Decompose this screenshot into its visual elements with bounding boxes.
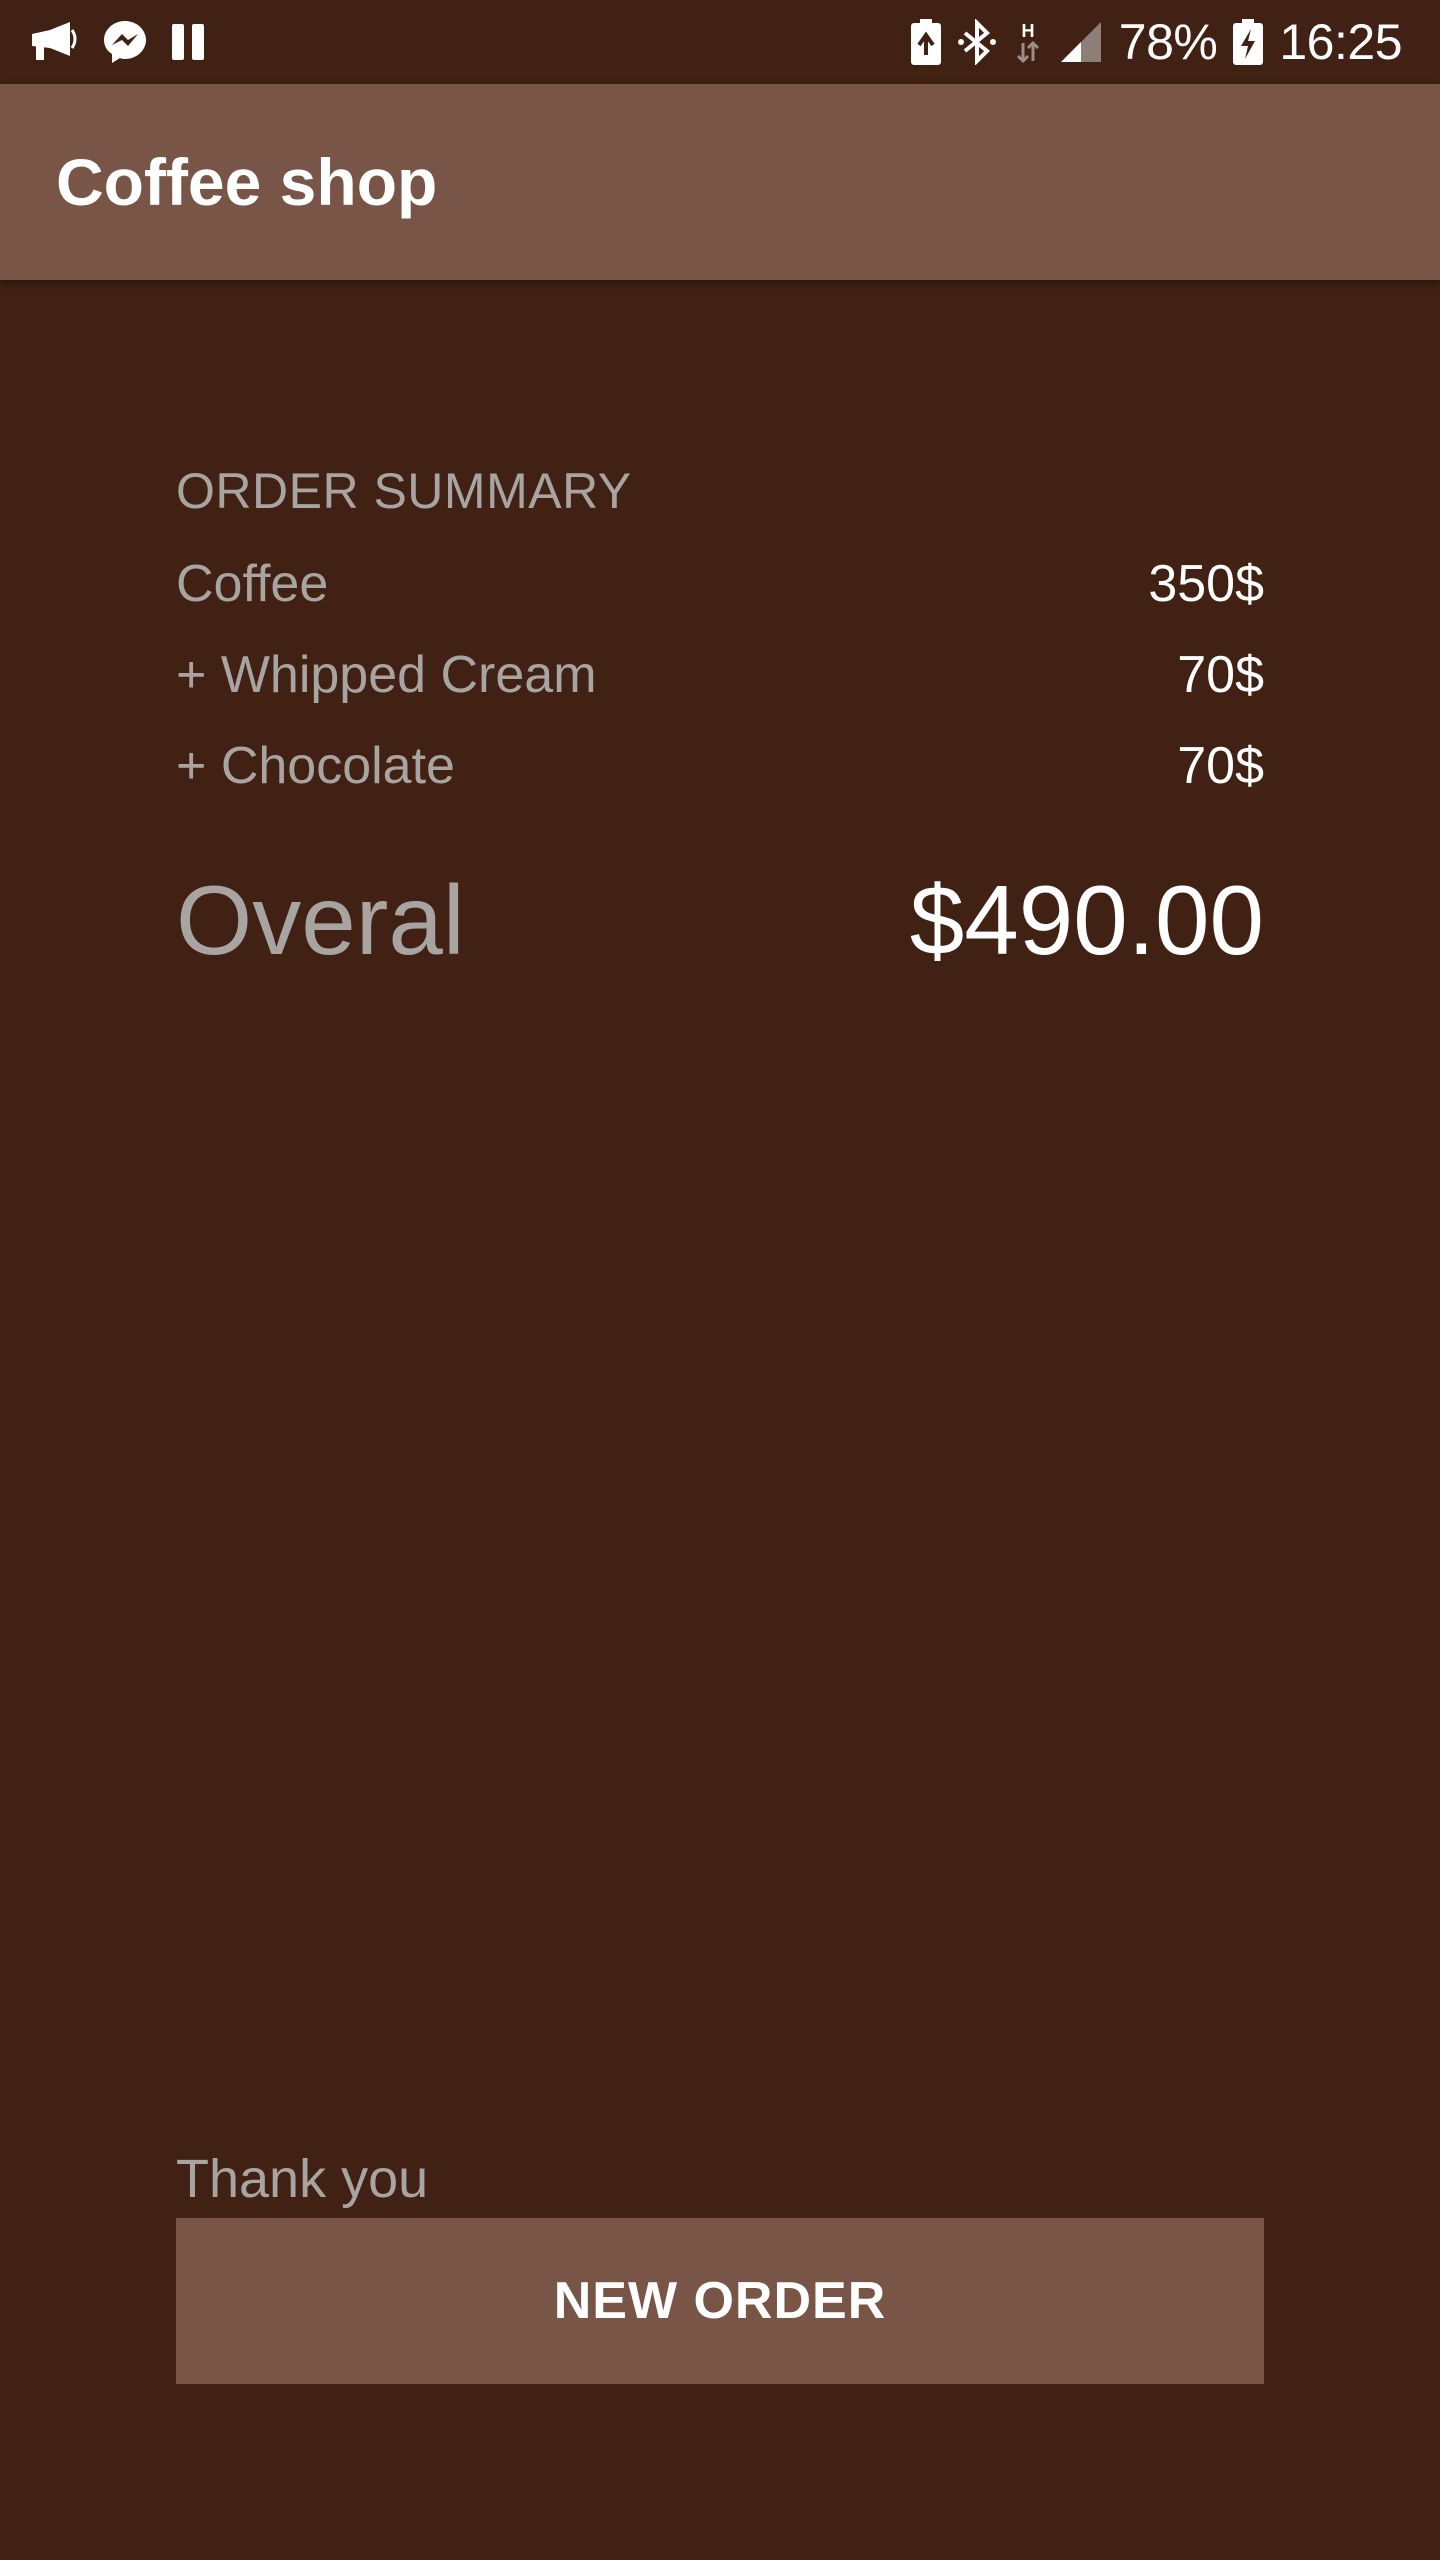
order-item-row: Coffee 350$ xyxy=(176,544,1264,624)
order-item-row: + Whipped Cream 70$ xyxy=(176,635,1264,715)
order-total-label: Overal xyxy=(176,864,465,975)
svg-text:H: H xyxy=(1021,21,1034,41)
battery-percent: 78% xyxy=(1118,14,1218,70)
pause-icon xyxy=(170,22,206,62)
order-summary-header: ORDER SUMMARY xyxy=(176,463,632,519)
status-bar-notifications xyxy=(28,0,206,84)
order-item-price: 70$ xyxy=(1177,737,1264,795)
status-bar-system: H 78% 16:25 xyxy=(910,0,1402,84)
battery-charging-icon xyxy=(1233,19,1264,65)
order-total-value: $490.00 xyxy=(909,864,1264,975)
thank-you-text: Thank you xyxy=(176,2149,429,2209)
signal-icon xyxy=(1059,20,1103,64)
order-total-row: Overal $490.00 xyxy=(176,860,1264,980)
megaphone-icon xyxy=(28,20,80,64)
new-order-button[interactable]: NEW ORDER xyxy=(176,2218,1264,2384)
messenger-icon xyxy=(102,19,148,65)
order-item-price: 350$ xyxy=(1148,555,1264,613)
order-item-label: + Whipped Cream xyxy=(176,646,597,704)
network-h-icon: H xyxy=(1013,19,1043,65)
status-bar: H 78% 16:25 xyxy=(0,0,1440,84)
order-item-price: 70$ xyxy=(1177,646,1264,704)
app-bar: Coffee shop xyxy=(0,84,1440,280)
order-item-label: + Chocolate xyxy=(176,737,455,795)
battery-saver-icon xyxy=(910,19,941,65)
bluetooth-icon xyxy=(957,19,997,65)
order-item-row: + Chocolate 70$ xyxy=(176,726,1264,806)
order-item-label: Coffee xyxy=(176,555,329,613)
clock: 16:25 xyxy=(1279,14,1402,70)
app-title: Coffee shop xyxy=(56,145,438,219)
